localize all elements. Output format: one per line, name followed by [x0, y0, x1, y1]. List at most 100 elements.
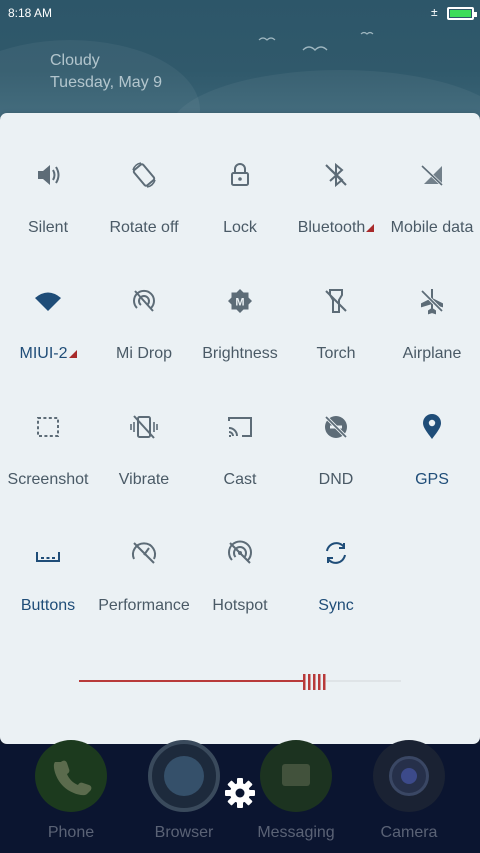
- speaker-icon: [38, 165, 60, 185]
- toggle-label: Torch: [282, 345, 390, 363]
- toggle-label-text: Sync: [318, 597, 354, 614]
- battery-icon: [447, 7, 477, 20]
- toggle-gps[interactable]: GPS: [384, 365, 480, 488]
- dock-app-messaging[interactable]: Messaging: [248, 740, 344, 853]
- toggle-performance[interactable]: Performance: [96, 491, 192, 614]
- hotspot-icon: [228, 540, 252, 564]
- toggle-label: Airplane: [378, 345, 480, 363]
- toggle-mobile-data[interactable]: Mobile data: [384, 113, 480, 236]
- weather-widget[interactable]: Cloudy Tuesday, May 9: [50, 50, 162, 94]
- toggle-label-text: Performance: [98, 597, 190, 614]
- toggle-hotspot[interactable]: Hotspot: [192, 491, 288, 614]
- quick-settings-panel: Silent Rotate off Lock Bluetooth Mobile data…: [0, 113, 480, 744]
- toggle-label-text: Brightness: [202, 345, 278, 362]
- toggle-label-text: Hotspot: [212, 597, 268, 614]
- toggle-sync[interactable]: Sync: [288, 491, 384, 614]
- toggle-label: Hotspot: [186, 597, 294, 615]
- toggle-label: Lock: [186, 219, 294, 237]
- charging-indicator: ±: [431, 5, 438, 19]
- clock: 8:18 AM: [8, 6, 53, 20]
- toggle-cast[interactable]: Cast: [192, 365, 288, 488]
- more-options-indicator: [366, 224, 375, 232]
- toggle-label-text: Rotate off: [109, 219, 179, 236]
- phone-icon: [35, 740, 107, 812]
- brightness-track-empty: [326, 680, 401, 682]
- dock-app-camera[interactable]: Camera: [361, 740, 457, 853]
- toggle-label: Vibrate: [90, 471, 198, 489]
- toggle-label-text: Mobile data: [390, 219, 474, 236]
- toggle-label-text: Screenshot: [7, 471, 89, 488]
- settings-gear-icon[interactable]: [223, 776, 257, 810]
- weather-condition: Cloudy: [50, 52, 100, 69]
- toggle-label-text: Lock: [223, 219, 257, 236]
- airplane-icon: [420, 289, 444, 315]
- dock-app-label: Camera: [380, 824, 438, 841]
- mobile-data-off-icon: [420, 164, 444, 187]
- camera-icon: [373, 740, 445, 812]
- bluetooth-icon: [325, 162, 347, 188]
- toggle-airplane[interactable]: Airplane: [384, 239, 480, 362]
- dock-app-phone[interactable]: Phone: [23, 740, 119, 853]
- wallpaper-header: 8:18 AM ± Cloudy Tuesday, May 9: [0, 0, 480, 118]
- lock-icon: [231, 163, 249, 186]
- toggle-label: Bluetooth: [282, 219, 390, 237]
- toggle-label: Mobile data: [378, 219, 480, 237]
- toggle-silent[interactable]: Silent: [0, 113, 96, 236]
- toggle-torch[interactable]: Torch: [288, 239, 384, 362]
- toggle-label: Buttons: [0, 597, 102, 615]
- toggle-buttons[interactable]: Buttons: [0, 491, 96, 614]
- dock-app-label: Phone: [47, 824, 95, 841]
- toggle-label-text: MIUI-2: [19, 345, 68, 362]
- buttons-icon: [36, 552, 60, 562]
- toggle-label-text: GPS: [415, 471, 449, 488]
- cloud-shape: [170, 70, 480, 118]
- toggle-label-text: Cast: [223, 471, 257, 488]
- toggle-rotate-off[interactable]: Rotate off: [96, 113, 192, 236]
- status-bar: 8:18 AM ±: [0, 0, 480, 26]
- toggle-screenshot[interactable]: Screenshot: [0, 365, 96, 488]
- dock-app-browser[interactable]: Browser: [136, 740, 232, 853]
- brightness-track-filled: [79, 680, 304, 682]
- toggle-label: Cast: [186, 471, 294, 489]
- toggle-label: Sync: [282, 597, 390, 615]
- toggle-brightness[interactable]: M Brightness: [192, 239, 288, 362]
- toggle-label: Mi Drop: [90, 345, 198, 363]
- toggle-label: DND: [282, 471, 390, 489]
- toggle-label-text: Airplane: [402, 345, 462, 362]
- toggle-miui-2[interactable]: MIUI-2: [0, 239, 96, 362]
- toggle-label-text: Mi Drop: [115, 345, 172, 362]
- toggle-label: MIUI-2: [0, 345, 102, 363]
- more-options-indicator: [68, 350, 77, 358]
- brightness-slider[interactable]: [79, 673, 401, 691]
- toggle-label: Rotate off: [90, 219, 198, 237]
- svg-text:M: M: [235, 297, 244, 309]
- toggle-dnd[interactable]: DND: [288, 365, 384, 488]
- toggle-bluetooth[interactable]: Bluetooth: [288, 113, 384, 236]
- cast-icon: [228, 417, 252, 437]
- toggle-mi-drop[interactable]: Mi Drop: [96, 239, 192, 362]
- toggle-vibrate[interactable]: Vibrate: [96, 365, 192, 488]
- toggle-lock[interactable]: Lock: [192, 113, 288, 236]
- brightness-thumb[interactable]: [302, 673, 327, 691]
- toggle-label-text: Silent: [27, 219, 69, 236]
- dnd-icon: [324, 415, 348, 439]
- performance-icon: [132, 542, 156, 564]
- birds-decoration: [258, 31, 374, 51]
- toggle-label: Screenshot: [0, 471, 102, 489]
- weather-date: Tuesday, May 9: [50, 74, 163, 91]
- dock-app-label: Messaging: [257, 824, 335, 841]
- mi-drop-icon: [133, 289, 155, 312]
- toggle-label: GPS: [378, 471, 480, 489]
- toggle-label-text: Torch: [316, 345, 356, 362]
- toggle-label: Brightness: [186, 345, 294, 363]
- torch-icon: [325, 289, 347, 313]
- dock-app-label: Browser: [154, 824, 214, 841]
- toggle-label: Silent: [0, 219, 102, 237]
- wifi-icon: [35, 292, 61, 311]
- toggle-label-text: Buttons: [20, 597, 76, 614]
- rotate-icon: [132, 162, 156, 188]
- vibrate-icon: [130, 415, 158, 439]
- brightness-auto-icon: M: [228, 289, 252, 313]
- toggle-label-text: Bluetooth: [297, 219, 366, 236]
- location-pin-icon: [423, 414, 441, 439]
